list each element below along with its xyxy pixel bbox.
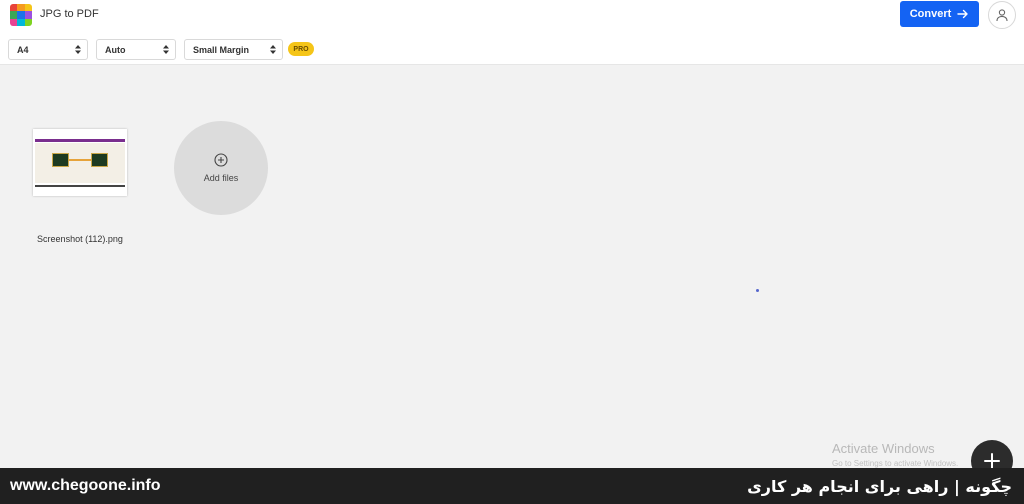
cursor-dot	[756, 289, 759, 292]
file-name: Screenshot (112).png	[37, 234, 123, 244]
account-button[interactable]	[988, 1, 1016, 29]
margin-select[interactable]: Small Margin	[184, 39, 283, 60]
banner-tagline: چگونه | راهی برای انجام هر کاری	[747, 477, 1012, 496]
site-banner: www.chegoone.info چگونه | راهی برای انجا…	[0, 468, 1024, 504]
logo-tile	[17, 11, 25, 19]
arrow-right-icon	[957, 9, 968, 19]
convert-label: Convert	[909, 8, 952, 20]
orientation-select[interactable]: Auto	[96, 39, 176, 60]
pro-badge[interactable]: PRO	[288, 42, 314, 56]
logo-tile	[17, 18, 25, 26]
thumbnail-header	[35, 139, 125, 142]
top-bar: JPG to PDF Convert	[0, 0, 1024, 32]
page-size-value: A4	[17, 44, 29, 55]
thumbnail-body	[35, 143, 125, 183]
logo-tile	[17, 4, 25, 12]
orientation-value: Auto	[105, 44, 126, 55]
logo-tile	[24, 11, 32, 19]
thumbnail-image	[52, 153, 69, 167]
activate-windows-title: Activate Windows	[832, 441, 935, 456]
add-files-label: Add files	[203, 173, 239, 183]
logo-tile	[10, 11, 18, 19]
logo-tile	[24, 18, 32, 26]
file-thumbnail[interactable]	[33, 129, 127, 196]
logo-tile	[10, 18, 18, 26]
user-icon	[996, 9, 1008, 22]
add-files-button[interactable]: Add files	[174, 121, 268, 215]
options-bar: A4 Auto Small Margin	[0, 32, 1024, 65]
margin-value: Small Margin	[193, 44, 250, 55]
sort-caret-icon	[270, 45, 276, 54]
thumbnail-line	[69, 159, 91, 161]
sort-caret-icon	[163, 45, 169, 54]
sort-caret-icon	[75, 45, 81, 54]
convert-button[interactable]: Convert	[900, 1, 979, 27]
banner-site-url: www.chegoone.info	[10, 477, 161, 494]
plus-circle-icon	[214, 153, 228, 167]
app-logo	[10, 4, 32, 26]
logo-tile	[10, 4, 18, 12]
page-size-select[interactable]: A4	[8, 39, 88, 60]
app-title: JPG to PDF	[40, 8, 99, 20]
logo-tile	[24, 4, 32, 12]
thumbnail-taskbar	[35, 185, 125, 187]
activate-windows-subtitle: Go to Settings to activate Windows.	[832, 459, 959, 468]
thumbnail-image	[91, 153, 108, 167]
